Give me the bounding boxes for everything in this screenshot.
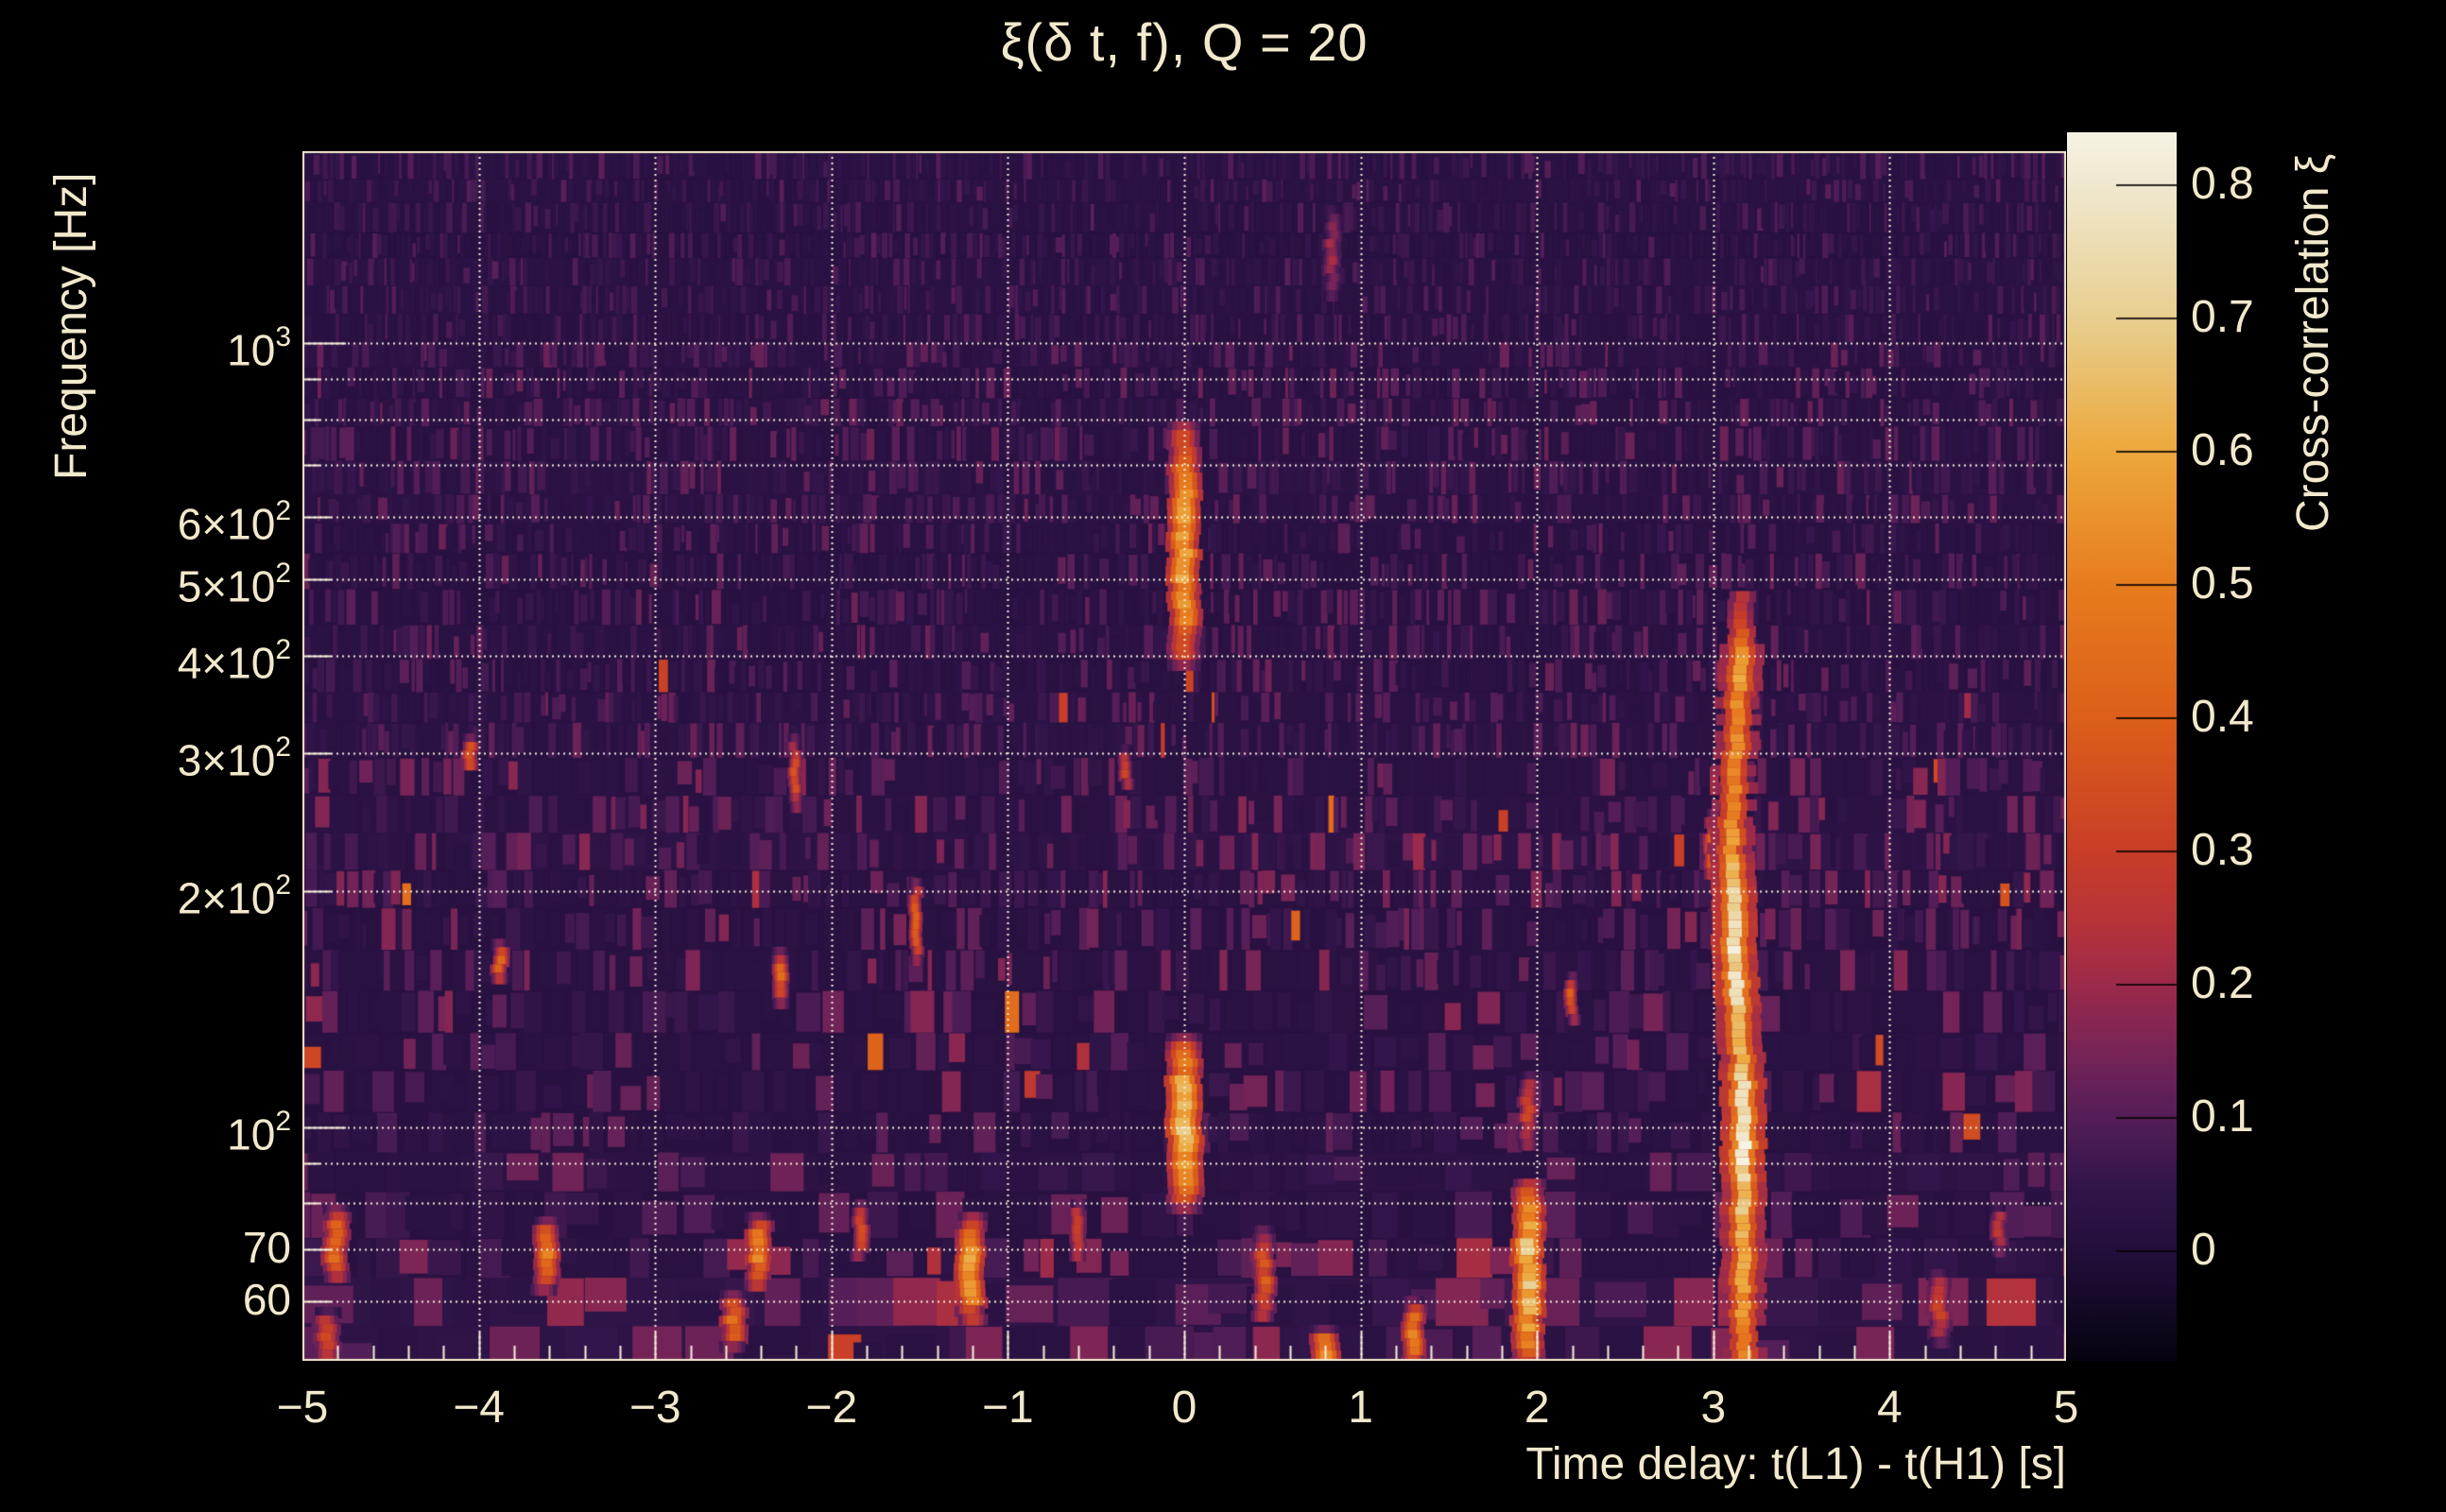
- x-tick-label: −5: [276, 1383, 329, 1433]
- x-tick-label: −1: [982, 1383, 1034, 1433]
- x-tick-label: −3: [629, 1383, 681, 1433]
- colorbar-tick-label: 0.5: [2191, 558, 2254, 610]
- colorbar-tick-label: 0.7: [2191, 292, 2254, 343]
- y-tick-label: 102: [227, 1106, 291, 1160]
- colorbar-tick-label: 0.6: [2191, 425, 2254, 476]
- colorbar-tick-label: 0.1: [2191, 1091, 2254, 1143]
- x-tick-label: −4: [453, 1383, 505, 1433]
- chart-title: ξ(δ t, f), Q = 20: [1000, 12, 1369, 72]
- x-tick-label: 5: [2053, 1383, 2079, 1433]
- y-axis-label: Frequency [Hz]: [46, 172, 96, 480]
- colorbar-tick-label: 0.3: [2191, 825, 2254, 876]
- x-tick-label: 0: [1171, 1383, 1197, 1433]
- x-tick-label: −2: [805, 1383, 858, 1433]
- x-axis-label: Time delay: t(L1) - t(H1) [s]: [1525, 1439, 2066, 1489]
- colorbar-tick-label: 0.8: [2191, 159, 2254, 210]
- y-tick-label: 5×102: [177, 558, 291, 611]
- y-tick-label: 60: [242, 1275, 291, 1325]
- x-tick-label: 1: [1348, 1383, 1373, 1433]
- y-tick-label: 2×102: [177, 869, 291, 923]
- y-tick-label: 70: [242, 1222, 291, 1272]
- x-tick-label: 3: [1700, 1383, 1727, 1433]
- x-tick-label: 4: [1877, 1383, 1903, 1433]
- y-tick-label: 103: [227, 321, 291, 375]
- colorbar-tick-label: 0.2: [2191, 958, 2254, 1009]
- x-tick-label: 2: [1524, 1383, 1550, 1433]
- colorbar-gradient: [2067, 132, 2177, 1361]
- y-tick-label: 6×102: [177, 495, 291, 549]
- colorbar-tick-label: 0.4: [2191, 692, 2254, 743]
- heatmap-plot-area: [302, 151, 2066, 1361]
- colorbar-label: Cross-correlation ξ: [2288, 153, 2338, 533]
- y-tick-label: 3×102: [177, 731, 291, 785]
- colorbar-tick-label: 0: [2191, 1225, 2216, 1276]
- y-tick-label: 4×102: [177, 633, 291, 687]
- figure-root: { "title": "ξ(δ t, f), Q = 20", "colors"…: [0, 0, 2446, 1512]
